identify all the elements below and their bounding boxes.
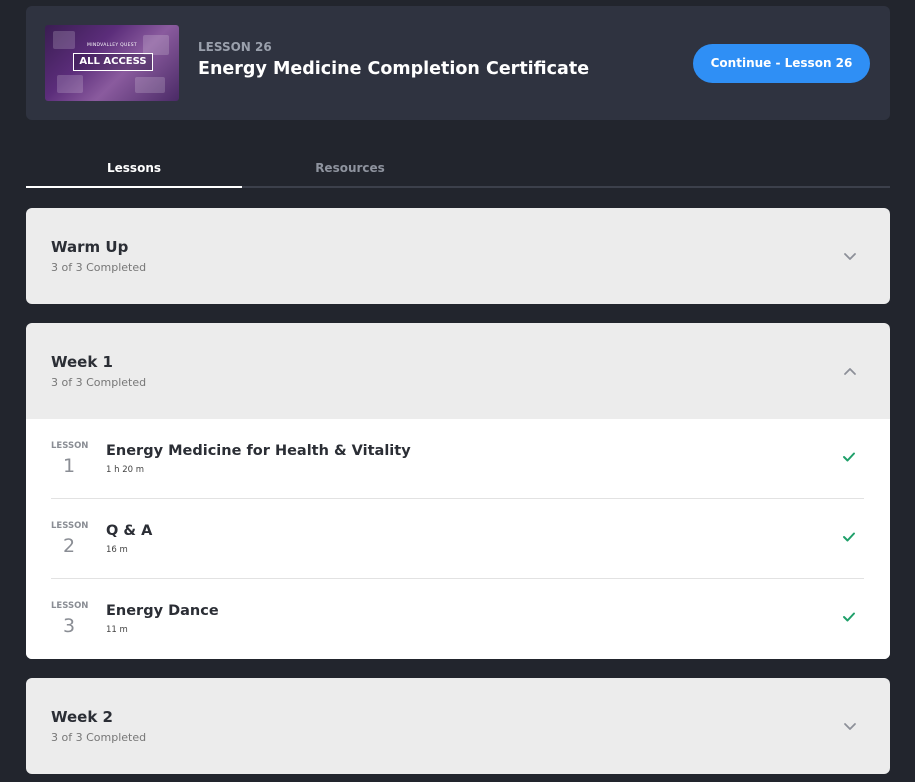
lesson-duration: 16 m [106, 545, 128, 555]
lesson-duration: 11 m [106, 625, 128, 635]
thumbnail-badge: ALL ACCESS [73, 53, 153, 71]
lesson-row[interactable]: LESSON 3 Energy Dance 11 m [51, 579, 864, 659]
checkmark-icon [843, 612, 855, 622]
page-title: Energy Medicine Completion Certificate [198, 59, 590, 79]
chevron-up-icon[interactable] [843, 364, 857, 378]
thumbnail-pretitle: MINDVALLEY QUEST [87, 43, 137, 48]
course-header: MINDVALLEY QUEST ALL ACCESS LESSON 26 En… [26, 6, 890, 120]
lesson-number: 2 [62, 535, 76, 557]
section-progress: 3 of 3 Completed [51, 376, 147, 389]
lesson-number: 1 [62, 455, 76, 477]
tab-lessons[interactable]: Lessons [26, 150, 242, 188]
section-header[interactable]: Warm Up 3 of 3 Completed [26, 208, 890, 304]
lesson-number: 3 [62, 615, 76, 637]
tab-resources[interactable]: Resources [242, 150, 458, 188]
continue-button[interactable]: Continue - Lesson 26 [693, 44, 870, 83]
section-title: Week 1 [51, 353, 113, 371]
section-header[interactable]: Week 1 3 of 3 Completed [26, 323, 890, 419]
lesson-label: LESSON [51, 441, 89, 451]
lesson-title: Energy Dance [106, 603, 219, 619]
lesson-duration: 1 h 20 m [106, 465, 144, 475]
chevron-down-icon[interactable] [843, 719, 857, 733]
lesson-label: LESSON [51, 521, 89, 531]
section-title: Warm Up [51, 238, 129, 256]
checkmark-icon [843, 452, 855, 462]
lesson-label: LESSON [51, 601, 89, 611]
section-progress: 3 of 3 Completed [51, 261, 147, 274]
section-week-2: Week 2 3 of 3 Completed [26, 678, 890, 774]
lesson-row[interactable]: LESSON 2 Q & A 16 m [51, 499, 864, 579]
section-header[interactable]: Week 2 3 of 3 Completed [26, 678, 890, 774]
lesson-title: Energy Medicine for Health & Vitality [106, 443, 411, 459]
thumbnail-tile [57, 75, 83, 93]
lesson-row[interactable]: LESSON 1 Energy Medicine for Health & Vi… [51, 419, 864, 499]
course-thumbnail[interactable]: MINDVALLEY QUEST ALL ACCESS [45, 25, 179, 101]
lesson-title: Q & A [106, 523, 153, 539]
checkmark-icon [843, 532, 855, 542]
chevron-down-icon[interactable] [843, 249, 857, 263]
section-progress: 3 of 3 Completed [51, 731, 147, 744]
current-lesson-label: LESSON 26 [198, 40, 272, 54]
section-week-1: Week 1 3 of 3 Completed LESSON 1 Energy … [26, 323, 890, 659]
lesson-list: LESSON 1 Energy Medicine for Health & Vi… [26, 419, 890, 659]
section-warm-up: Warm Up 3 of 3 Completed [26, 208, 890, 304]
section-title: Week 2 [51, 708, 113, 726]
thumbnail-tile [135, 77, 165, 93]
tab-bar: Lessons Resources [26, 150, 890, 188]
